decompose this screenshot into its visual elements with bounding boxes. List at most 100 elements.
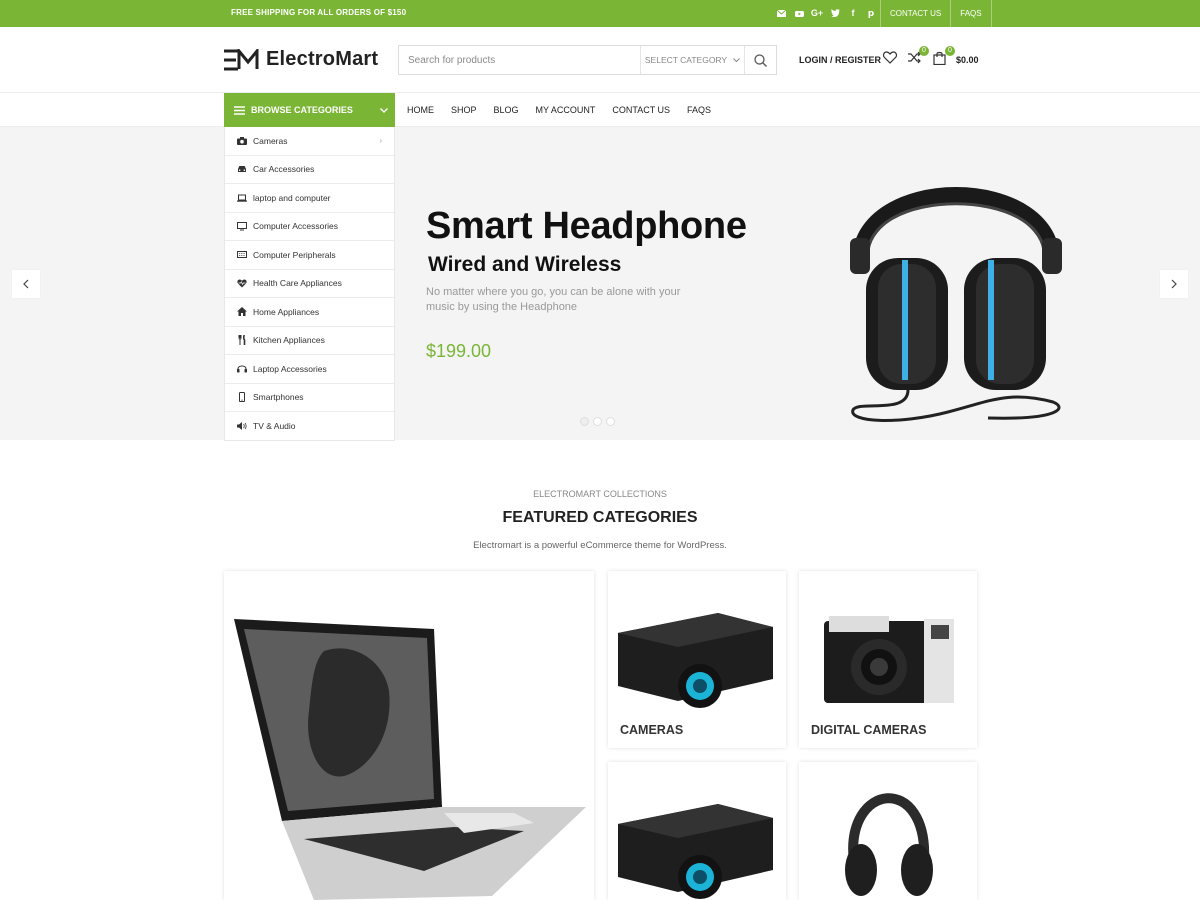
chevron-right-icon xyxy=(1171,279,1177,289)
main-nav-bar: BROWSE CATEGORIES HOME SHOP BLOG MY ACCO… xyxy=(0,93,1200,127)
projector-image xyxy=(618,613,773,708)
mobile-icon xyxy=(237,392,247,403)
slider-next-button[interactable] xyxy=(1160,270,1188,298)
nav-blog[interactable]: BLOG xyxy=(486,93,528,127)
category-item-cameras[interactable]: Cameras › xyxy=(225,127,394,156)
category-label: Health Care Appliances xyxy=(253,278,342,289)
top-link-faqs[interactable]: FAQS xyxy=(951,0,992,27)
chevron-left-icon xyxy=(23,279,29,289)
section-description: Electromart is a powerful eCommerce them… xyxy=(473,540,727,551)
browse-categories-button[interactable]: BROWSE CATEGORIES xyxy=(224,93,395,127)
login-register-link[interactable]: LOGIN / REGISTER xyxy=(799,55,881,65)
slider-dots xyxy=(580,417,615,426)
main-menu: HOME SHOP BLOG MY ACCOUNT CONTACT US FAQ… xyxy=(399,93,720,127)
category-label: Computer Peripherals xyxy=(253,249,336,260)
twitter-icon[interactable] xyxy=(830,6,840,20)
wishlist-button[interactable] xyxy=(882,51,899,67)
category-item-health-care[interactable]: Health Care Appliances xyxy=(225,270,394,298)
search-input[interactable] xyxy=(399,46,640,74)
search-bar: SELECT CATEGORY xyxy=(398,45,777,75)
category-item-laptop-accessories[interactable]: Laptop Accessories xyxy=(225,355,394,384)
site-logo[interactable]: ElectroMart xyxy=(224,48,378,71)
featured-card-headphones[interactable] xyxy=(799,762,977,900)
utensils-icon xyxy=(237,335,247,346)
section-title: FEATURED CATEGORIES xyxy=(502,509,698,526)
category-label: Kitchen Appliances xyxy=(253,335,325,346)
hero-description: No matter where you go, you can be alone… xyxy=(426,286,681,313)
logo-text: ElectroMart xyxy=(266,48,379,70)
mail-icon[interactable] xyxy=(776,6,786,20)
search-icon xyxy=(754,53,767,67)
category-item-car-accessories[interactable]: Car Accessories xyxy=(225,156,394,184)
nav-home[interactable]: HOME xyxy=(399,93,443,127)
shopping-bag-icon xyxy=(933,51,946,66)
search-button[interactable] xyxy=(744,46,776,74)
camera-icon xyxy=(237,136,247,146)
category-label: Cameras xyxy=(253,135,288,146)
category-list: Cameras › Car Accessories laptop and com… xyxy=(224,127,395,441)
laptop-image xyxy=(234,619,586,900)
category-item-kitchen-appliances[interactable]: Kitchen Appliances xyxy=(225,327,394,355)
category-item-smartphones[interactable]: Smartphones xyxy=(225,384,394,412)
heartbeat-icon xyxy=(237,278,247,288)
featured-card-laptops[interactable] xyxy=(224,571,594,900)
featured-card-digital-cameras[interactable]: DIGITAL CAMERAS xyxy=(799,571,977,748)
site-header: ElectroMart SELECT CATEGORY LOGIN / REGI… xyxy=(0,27,1200,93)
category-item-laptop-computer[interactable]: laptop and computer xyxy=(225,184,394,213)
hero-title: Smart Headphone xyxy=(426,205,747,247)
category-label: Laptop Accessories xyxy=(253,363,327,374)
speaker-icon xyxy=(237,421,247,431)
youtube-icon[interactable] xyxy=(794,6,804,20)
keyboard-icon xyxy=(237,250,247,260)
cart-count-badge: 0 xyxy=(945,46,955,56)
card-label: CAMERAS xyxy=(620,723,684,737)
category-label: laptop and computer xyxy=(253,192,331,203)
slider-dot[interactable] xyxy=(580,417,589,426)
category-item-home-appliances[interactable]: Home Appliances xyxy=(225,298,394,327)
slider-dot[interactable] xyxy=(593,417,602,426)
menu-icon xyxy=(234,105,245,115)
category-label: TV & Audio xyxy=(253,421,296,432)
nav-faqs[interactable]: FAQS xyxy=(679,93,720,127)
compare-count-badge: 0 xyxy=(919,46,929,56)
category-select-label: SELECT CATEGORY xyxy=(644,55,728,65)
category-label: Smartphones xyxy=(253,392,304,403)
cart-total[interactable]: $0.00 xyxy=(956,55,979,65)
category-label: Home Appliances xyxy=(253,306,320,317)
chevron-down-icon xyxy=(373,105,395,116)
logo-mark-icon xyxy=(224,48,259,70)
hero-subtitle: Wired and Wireless xyxy=(428,253,622,276)
laptop-icon xyxy=(237,193,247,203)
monitor-icon xyxy=(237,221,247,231)
car-icon xyxy=(237,164,247,174)
nav-shop[interactable]: SHOP xyxy=(443,93,486,127)
headphone-image xyxy=(845,793,933,896)
pinterest-icon[interactable]: 𝗽 xyxy=(866,6,876,20)
slider-prev-button[interactable] xyxy=(12,270,40,298)
nav-contact-us[interactable]: CONTACT US xyxy=(604,93,679,127)
cart-button[interactable]: 0 xyxy=(933,46,955,67)
instant-camera-image xyxy=(824,616,954,703)
top-link-contact[interactable]: CONTACT US xyxy=(881,0,952,27)
nav-my-account[interactable]: MY ACCOUNT xyxy=(528,93,605,127)
google-plus-icon[interactable]: G+ xyxy=(811,6,823,20)
section-eyebrow: ELECTROMART COLLECTIONS xyxy=(533,489,667,499)
facebook-icon[interactable]: f xyxy=(848,6,858,20)
slider-dot[interactable] xyxy=(606,417,615,426)
chevron-down-icon xyxy=(733,57,740,62)
card-label: DIGITAL CAMERAS xyxy=(811,723,927,737)
social-links: G+ f 𝗽 xyxy=(776,6,876,20)
category-item-computer-accessories[interactable]: Computer Accessories xyxy=(225,213,394,241)
shipping-notice: FREE SHIPPING FOR ALL ORDERS OF $150 xyxy=(231,8,407,17)
category-label: Car Accessories xyxy=(253,164,315,175)
top-links: CONTACT US FAQS xyxy=(880,0,992,27)
category-item-computer-peripherals[interactable]: Computer Peripherals xyxy=(225,241,394,270)
headphone-image xyxy=(850,187,1062,422)
browse-categories-label: BROWSE CATEGORIES xyxy=(251,105,353,115)
category-item-tv-audio[interactable]: TV & Audio xyxy=(225,412,394,441)
home-icon xyxy=(237,307,247,317)
compare-button[interactable]: 0 xyxy=(907,46,929,67)
featured-card-projectors[interactable] xyxy=(608,762,786,900)
category-select[interactable]: SELECT CATEGORY xyxy=(640,46,744,74)
featured-card-cameras[interactable]: CAMERAS xyxy=(608,571,786,748)
